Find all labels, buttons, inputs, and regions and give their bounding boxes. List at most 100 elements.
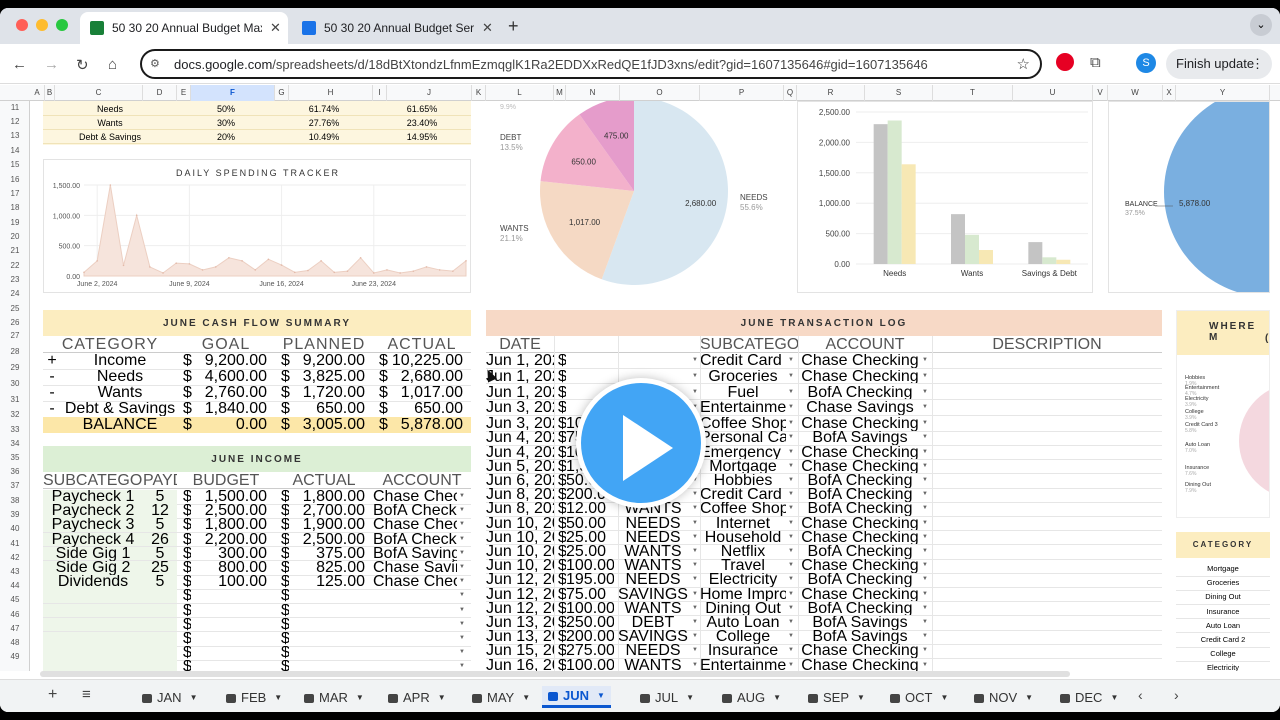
column-header-h[interactable]: H	[289, 85, 373, 101]
sheet-tab-mar[interactable]: MAR ▼	[298, 686, 370, 708]
category-dropdown-icon[interactable]: ▼	[692, 520, 698, 526]
category-dropdown-icon[interactable]: ▼	[692, 605, 698, 611]
account-dropdown-icon[interactable]: ▼	[459, 536, 465, 542]
account-dropdown-icon[interactable]: ▼	[459, 521, 465, 527]
row-header[interactable]: 39	[0, 508, 30, 522]
row-header[interactable]: 45	[0, 593, 30, 607]
column-header-o[interactable]: O	[620, 85, 700, 101]
url-bar[interactable]: ⚙ docs.google.com/spreadsheets/d/18dBtXt…	[140, 49, 1042, 79]
account-dropdown-icon[interactable]: ▼	[922, 477, 928, 483]
finish-update-button[interactable]: Finish update ⋮	[1166, 49, 1272, 79]
account-dropdown-icon[interactable]: ▼	[922, 434, 928, 440]
add-sheet-icon[interactable]: +	[48, 686, 57, 704]
chevron-down-icon[interactable]: ▼	[597, 691, 605, 700]
column-header-d[interactable]: D	[143, 85, 177, 101]
account-dropdown-icon[interactable]: ▼	[459, 564, 465, 570]
subcategory-dropdown-icon[interactable]: ▼	[788, 404, 794, 410]
column-header-t[interactable]: T	[933, 85, 1013, 101]
account-dropdown-icon[interactable]: ▼	[922, 505, 928, 511]
all-sheets-icon[interactable]: ≡	[82, 686, 91, 703]
forward-arrow-icon[interactable]: →	[44, 56, 59, 73]
account-dropdown-icon[interactable]: ▼	[459, 635, 465, 641]
row-header[interactable]: 22	[0, 259, 30, 273]
sheet-tab-apr[interactable]: APR ▼	[382, 686, 452, 708]
account-dropdown-icon[interactable]: ▼	[459, 493, 465, 499]
row-header[interactable]: 15	[0, 158, 30, 172]
category-dropdown-icon[interactable]: ▼	[692, 647, 698, 653]
column-header-y[interactable]: Y	[1176, 85, 1270, 101]
subcategory-dropdown-icon[interactable]: ▼	[788, 420, 794, 426]
sheet-tab-aug[interactable]: AUG ▼	[716, 686, 787, 708]
minimize-window-dot[interactable]	[36, 19, 48, 31]
row-header[interactable]: 18	[0, 201, 30, 215]
account-dropdown-icon[interactable]: ▼	[922, 534, 928, 540]
subcategory-dropdown-icon[interactable]: ▼	[788, 591, 794, 597]
category-dropdown-icon[interactable]: ▼	[692, 505, 698, 511]
column-header-q[interactable]: Q	[784, 85, 797, 101]
site-info-icon[interactable]: ⚙	[150, 57, 160, 70]
column-header-e[interactable]: E	[177, 85, 191, 101]
reload-icon[interactable]: ↻	[76, 56, 89, 74]
row-header[interactable]: 11	[0, 101, 30, 115]
row-header[interactable]: 48	[0, 636, 30, 650]
new-tab-icon[interactable]: +	[508, 16, 519, 37]
subcategory-dropdown-icon[interactable]: ▼	[788, 491, 794, 497]
account-dropdown-icon[interactable]: ▼	[922, 591, 928, 597]
row-header[interactable]: 17	[0, 187, 30, 201]
column-header-r[interactable]: R	[797, 85, 865, 101]
category-dropdown-icon[interactable]: ▼	[692, 591, 698, 597]
chevron-down-icon[interactable]: ▼	[274, 693, 282, 702]
row-header[interactable]: 28	[0, 345, 30, 359]
account-dropdown-icon[interactable]: ▼	[922, 576, 928, 582]
bookmark-star-icon[interactable]: ☆	[1017, 55, 1030, 73]
row-header[interactable]: 37	[0, 479, 30, 493]
row-header[interactable]: 41	[0, 537, 30, 551]
category-dropdown-icon[interactable]: ▼	[692, 389, 698, 395]
row-header[interactable]: 38	[0, 494, 30, 508]
close-tab-icon[interactable]: ✕	[482, 20, 493, 36]
row-header[interactable]: 31	[0, 393, 30, 407]
subcategory-dropdown-icon[interactable]: ▼	[788, 633, 794, 639]
maximize-window-dot[interactable]	[56, 19, 68, 31]
account-dropdown-icon[interactable]: ▼	[922, 449, 928, 455]
row-header[interactable]: 24	[0, 287, 30, 301]
category-dropdown-icon[interactable]: ▼	[692, 662, 698, 668]
subcategory-dropdown-icon[interactable]: ▼	[788, 477, 794, 483]
home-icon[interactable]: ⌂	[108, 56, 117, 73]
row-header[interactable]: 16	[0, 173, 30, 187]
close-window-dot[interactable]	[16, 19, 28, 31]
account-dropdown-icon[interactable]: ▼	[922, 373, 928, 379]
column-header-j[interactable]: J	[387, 85, 472, 101]
account-dropdown-icon[interactable]: ▼	[922, 520, 928, 526]
row-header[interactable]: 46	[0, 608, 30, 622]
account-dropdown-icon[interactable]: ▼	[922, 357, 928, 363]
chevron-down-icon[interactable]: ▼	[940, 693, 948, 702]
tab-search-chevron-icon[interactable]: ⌄	[1250, 14, 1272, 36]
row-header[interactable]: 27	[0, 329, 30, 343]
row-header[interactable]: 23	[0, 273, 30, 287]
account-dropdown-icon[interactable]: ▼	[922, 389, 928, 395]
sheet-tab-jun[interactable]: JUN ▼	[542, 686, 611, 708]
column-header-x[interactable]: X	[1163, 85, 1176, 101]
scroll-tabs-right-icon[interactable]: ›	[1174, 687, 1179, 703]
chevron-down-icon[interactable]: ▼	[1110, 693, 1118, 702]
sheet-tab-feb[interactable]: FEB ▼	[220, 686, 288, 708]
subcategory-dropdown-icon[interactable]: ▼	[788, 520, 794, 526]
column-header-l[interactable]: L	[486, 85, 554, 101]
category-dropdown-icon[interactable]: ▼	[692, 491, 698, 497]
row-header[interactable]: 13	[0, 129, 30, 143]
account-dropdown-icon[interactable]: ▼	[459, 663, 465, 669]
column-header-k[interactable]: K	[472, 85, 486, 101]
category-dropdown-icon[interactable]: ▼	[692, 619, 698, 625]
account-dropdown-icon[interactable]: ▼	[922, 619, 928, 625]
sheet-tab-dec[interactable]: DEC ▼	[1054, 686, 1124, 708]
column-header-i[interactable]: I	[373, 85, 387, 101]
column-header-u[interactable]: U	[1013, 85, 1093, 101]
sheet-tab-sep[interactable]: SEP ▼	[802, 686, 871, 708]
row-header[interactable]: 30	[0, 377, 30, 391]
account-dropdown-icon[interactable]: ▼	[459, 649, 465, 655]
pinterest-icon[interactable]	[1056, 53, 1074, 71]
row-header[interactable]: 14	[0, 144, 30, 158]
column-header-v[interactable]: V	[1093, 85, 1108, 101]
subcategory-dropdown-icon[interactable]: ▼	[788, 434, 794, 440]
